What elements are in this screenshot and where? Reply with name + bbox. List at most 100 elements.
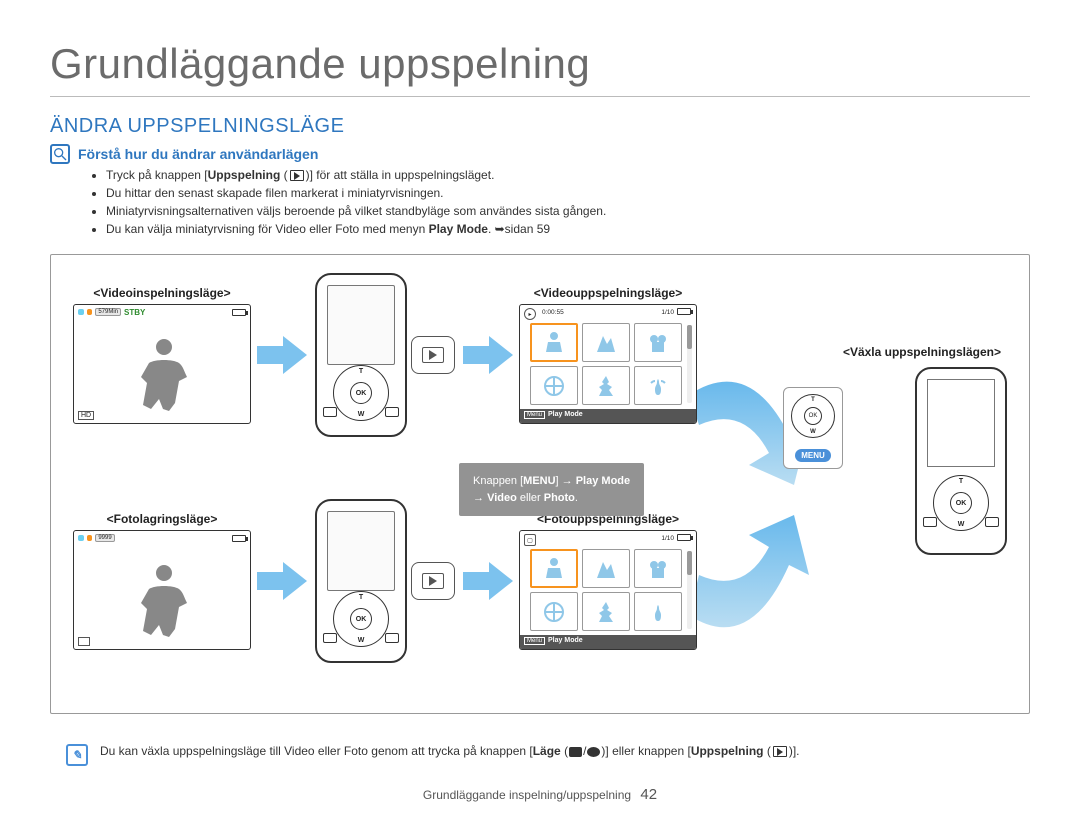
sub-title: Förstå hur du ändrar användarlägen [78,146,318,162]
thumbnail [530,323,578,362]
hd-badge: HD [78,411,94,420]
sd-icon [78,309,84,315]
device-button-right [385,633,399,643]
play-icon [773,746,787,757]
photo-mode-icon [587,747,600,757]
footer-text: Grundläggande inspelning/uppspelning [423,788,631,802]
menu-chip: Menu [524,637,545,645]
footnote-text: Du kan växla uppspelningsläge till Video… [100,744,800,758]
device-screen [327,511,395,591]
menu-chip: Menu [524,411,545,419]
play-icon [290,170,304,181]
timecode: 0:00:55 [542,309,564,316]
thumbnail [530,549,578,588]
lcd-bottom-bar: MenuPlay Mode [520,635,696,649]
photo-mode-icon: ▢ [524,534,536,546]
dpad-menu-box: T OK W MENU [783,387,843,469]
footnote: ✎ Du kan växla uppspelningsläge till Vid… [50,730,1030,780]
thumbnail [634,323,682,362]
scrollbar [687,551,692,629]
index-count: 1/10 [661,535,674,542]
ok-button: OK [350,382,372,404]
ok-button: OK [350,608,372,630]
arrow-icon [255,334,309,376]
device-button-left [923,517,937,527]
row-video: <Videoinspelningsläge> 579Min STBY HD [73,273,697,437]
label-video-rec: <Videoinspelningsläge> [93,286,230,300]
play-button [411,336,455,374]
lcd-photo-play: ▢ 1/10 MenuPlay Mode [519,530,697,650]
device-button-right [385,407,399,417]
page-title: Grundläggande uppspelning [50,40,1030,88]
thumbnail [634,592,682,631]
dpad: T OK W [333,591,389,647]
index-count: 1/10 [661,309,674,316]
sd-icon [78,535,84,541]
arrow-icon [461,560,515,602]
row-photo: <Fotolagringsläge> 9999 T [73,499,697,663]
thumbnail [582,549,630,588]
ok-button: OK [804,407,822,425]
divider [50,96,1030,97]
play-button [411,562,455,600]
battery-icon [232,309,246,316]
bullet-item: Du kan välja miniatyrvisning för Video e… [106,220,1030,238]
device-screen [927,379,995,467]
mini-dpad: T OK W [791,394,835,438]
note-icon: ✎ [66,744,88,766]
device-button-left [323,633,337,643]
person-silhouette [129,559,199,639]
device-mock-tall: T OK W [915,367,1007,555]
arrow-icon [461,334,515,376]
diagram-frame: <Videoinspelningsläge> 579Min STBY HD [50,254,1030,714]
thumbnail [582,323,630,362]
thumbnail-grid [530,549,682,631]
battery-icon [677,534,691,541]
thumbnail [634,366,682,405]
photo-badge [78,637,90,646]
photo-count: 9999 [95,534,114,542]
label-switch: <Växla uppspelningslägen> [787,345,1007,359]
magnifier-icon [50,144,70,164]
label-video-play: <Videouppspelningsläge> [534,286,682,300]
battery-icon [677,308,691,315]
bullet-item: Miniatyrvisningsalternativen väljs beroe… [106,202,1030,220]
thumbnail [634,549,682,588]
callout-box: Knappen [MENU] → Play Mode → Video eller… [459,463,644,516]
device-mock: T OK W [315,499,407,663]
page-footer: Grundläggande inspelning/uppspelning 42 [0,786,1080,803]
battery-icon [232,535,246,542]
label-photo-rec: <Fotolagringsläge> [107,512,218,526]
device-mock: T OK W [315,273,407,437]
bullet-list: Tryck på knappen [Uppspelning ()] för at… [106,166,1030,238]
thumbnail [582,366,630,405]
device-button-right [985,517,999,527]
scrollbar [687,325,692,403]
lcd-bottom-bar: MenuPlay Mode [520,409,696,423]
lcd-video-play: ▸ 0:00:55 1/10 MenuPlay Mode [519,304,697,424]
rec-time: 579Min [95,308,121,316]
video-mode-icon: ▸ [524,308,536,320]
lcd-photo-rec: 9999 [73,530,251,650]
bullet-item: Tryck på knappen [Uppspelning ()] för at… [106,166,1030,184]
video-mode-icon [569,747,582,757]
dpad: T OK W [333,365,389,421]
switch-panel: <Växla uppspelningslägen> T OK W MENU T … [787,345,1007,363]
device-button-left [323,407,337,417]
menu-badge: MENU [795,449,831,462]
thumbnail-grid [530,323,682,405]
device-screen [327,285,395,365]
dpad: T OK W [933,475,989,531]
switch-arrows [679,335,819,665]
section-title: ÄNDRA UPPSPELNINGSLÄGE [50,115,1030,138]
thumbnail [530,592,578,631]
card-icon [87,535,93,541]
lcd-video-rec: 579Min STBY HD [73,304,251,424]
sub-heading-row: Förstå hur du ändrar användarlägen [50,144,1030,164]
person-silhouette [129,333,199,413]
bullet-item: Du hittar den senast skapade filen marke… [106,184,1030,202]
ok-button: OK [950,492,972,514]
thumbnail [582,592,630,631]
arrow-icon [255,560,309,602]
thumbnail [530,366,578,405]
